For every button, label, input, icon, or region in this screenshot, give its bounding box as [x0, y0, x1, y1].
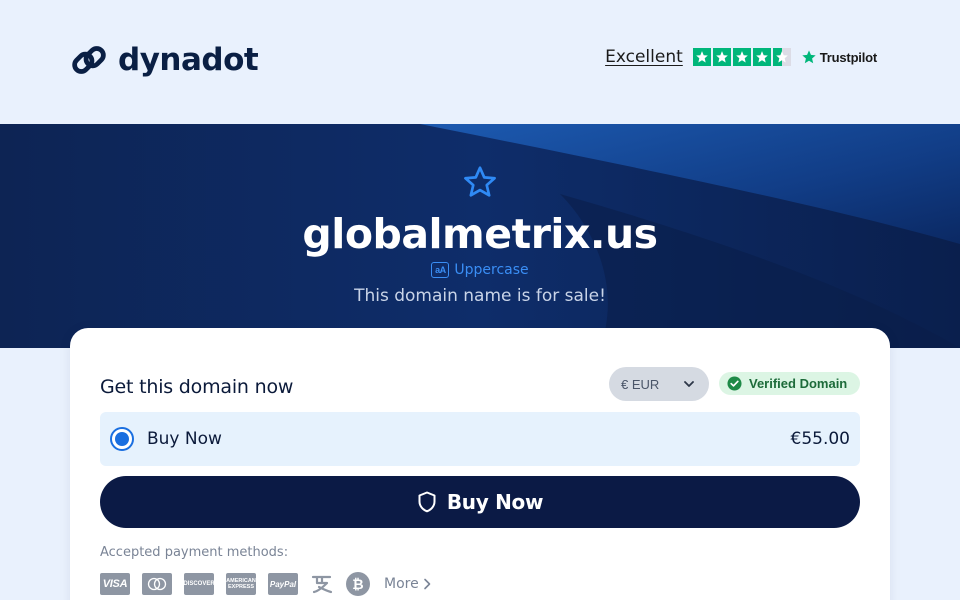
option-price: €55.00	[790, 429, 850, 449]
check-circle-icon	[727, 376, 742, 391]
buy-now-button-label: Buy Now	[446, 490, 544, 514]
site-header: dynadot Excellent Trustpilot	[0, 0, 960, 124]
radio-selected-dot	[115, 432, 129, 446]
more-payment-methods-link[interactable]: More	[384, 576, 431, 592]
text-case-icon: aA	[431, 262, 450, 278]
half-star-icon	[772, 48, 791, 66]
visa-icon: VISA	[100, 573, 130, 595]
payment-methods-label: Accepted payment methods:	[100, 545, 289, 560]
shield-icon	[418, 491, 436, 513]
buy-now-button[interactable]: Buy Now	[100, 476, 860, 528]
currency-select[interactable]: € EUR	[609, 367, 709, 401]
trustpilot-rating[interactable]: Excellent Trustpilot	[605, 46, 877, 68]
trustpilot-star-icon	[802, 50, 816, 64]
buy-now-option[interactable]: Buy Now €55.00	[100, 412, 860, 466]
verified-label: Verified Domain	[749, 376, 848, 391]
chevron-down-icon	[684, 381, 694, 387]
chevron-right-icon	[423, 578, 431, 590]
star-icon	[752, 48, 771, 66]
trustpilot-rating-label[interactable]: Excellent	[605, 47, 683, 67]
trustpilot-logo: Trustpilot	[801, 49, 877, 65]
amex-icon: AMERICAN EXPRESS	[226, 573, 256, 595]
domain-hero: globalmetrix.us aA Uppercase This domain…	[0, 124, 960, 348]
alipay-icon	[311, 575, 333, 594]
star-icon	[692, 48, 711, 66]
for-sale-subtitle: This domain name is for sale!	[354, 286, 606, 306]
domain-name-title: globalmetrix.us	[302, 210, 658, 258]
bitcoin-icon: ₿	[346, 572, 370, 596]
more-label: More	[384, 576, 419, 592]
currency-value: € EUR	[621, 376, 660, 392]
uppercase-label: Uppercase	[454, 262, 529, 278]
star-icon	[732, 48, 751, 66]
dynadot-logo[interactable]: dynadot	[70, 40, 259, 80]
paypal-icon: PayPal	[268, 573, 298, 595]
option-label: Buy Now	[147, 429, 222, 449]
trustpilot-brand-text: Trustpilot	[819, 49, 877, 65]
verified-domain-badge: Verified Domain	[719, 372, 860, 395]
mastercard-icon	[142, 573, 172, 595]
uppercase-toggle[interactable]: aA Uppercase	[0, 262, 960, 278]
trustpilot-stars	[692, 48, 791, 66]
chain-link-icon	[72, 46, 106, 74]
discover-icon: DISCOVER	[183, 573, 215, 595]
card-title: Get this domain now	[100, 376, 294, 398]
star-icon	[712, 48, 731, 66]
payment-methods: VISA DISCOVER AMERICAN EXPRESS PayPal ₿ …	[100, 572, 431, 596]
logo-text: dynadot	[118, 42, 259, 78]
purchase-card: Get this domain now € EUR Verified Domai…	[70, 328, 890, 600]
buy-now-radio[interactable]	[110, 427, 134, 451]
favorite-star-icon[interactable]	[461, 164, 499, 200]
